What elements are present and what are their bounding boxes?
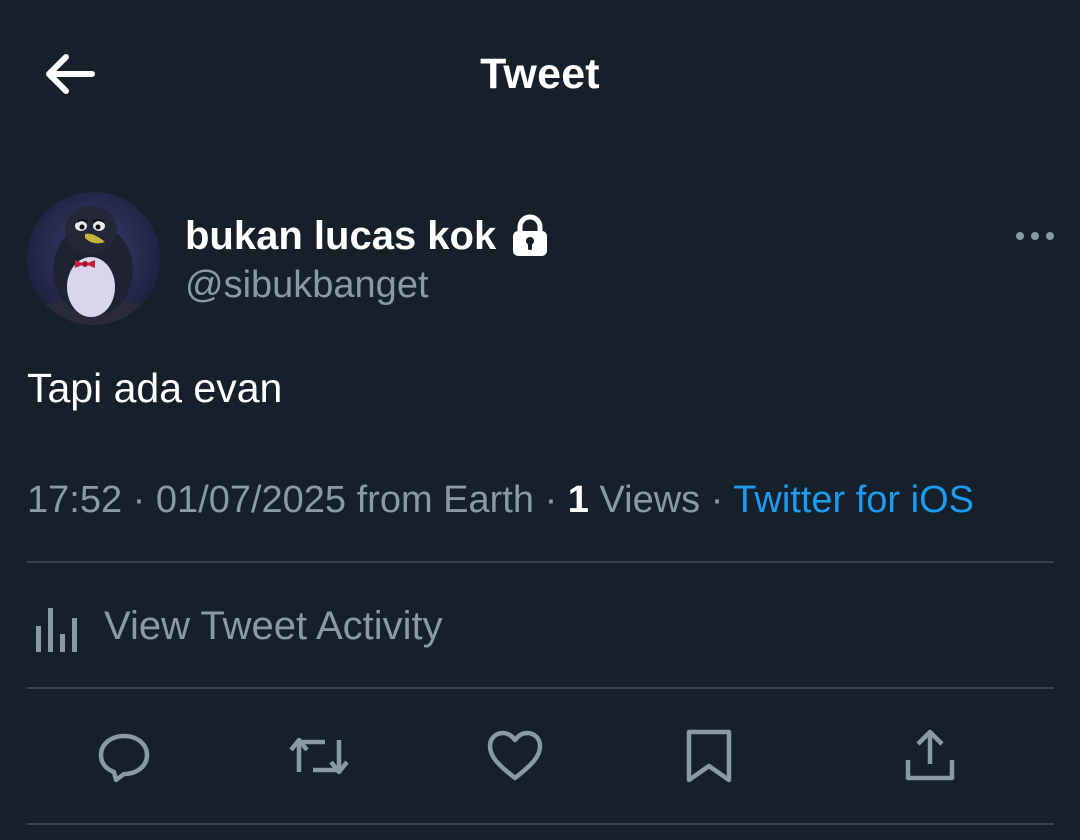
like-button[interactable] [485,726,545,786]
reply-icon [98,733,150,783]
divider [27,561,1054,563]
tweet-source-link[interactable]: Twitter for iOS [733,479,974,521]
divider [27,823,1054,825]
top-bar: Tweet [0,0,1080,150]
share-icon [905,729,955,781]
page-title: Tweet [480,50,600,98]
tweet-location: from Earth [346,479,535,521]
bookmark-button[interactable] [680,726,740,786]
retweet-icon [289,737,349,775]
lock-icon [510,214,550,258]
tweet-time: 17:52 [27,479,123,521]
like-icon [487,730,543,781]
user-handle[interactable]: @sibukbanget [185,260,429,310]
views-count: 1 [567,479,589,521]
reply-button[interactable] [94,726,154,786]
tweet-text: Tapi ada evan [27,365,283,411]
user-display-name[interactable]: bukan lucas kok [185,210,496,262]
view-tweet-activity-button[interactable]: View Tweet Activity [30,596,443,656]
more-options-icon [1016,232,1054,240]
meta-separator: · [534,479,568,521]
bar-chart-icon [30,596,82,656]
divider [27,687,1054,689]
view-tweet-activity-label: View Tweet Activity [104,604,443,648]
tweet-date: 01/07/2025 [155,479,347,521]
avatar[interactable] [27,192,160,325]
views-label: Views [588,479,701,521]
retweet-button[interactable] [287,726,349,786]
share-button[interactable] [900,726,960,786]
user-name-row: bukan lucas kok [185,210,550,262]
tweet-detail-page: Tweet bukan lucas kok @sibukbanget Tapi … [0,0,1080,840]
tweet-meta: 17:52 · 01/07/2025 from Earth · 1 Views … [27,472,974,528]
more-options-button[interactable] [1010,220,1060,252]
penguin-avatar-image [27,192,160,325]
bookmark-icon [686,729,732,783]
meta-separator: · [122,479,156,521]
meta-separator: · [700,479,734,521]
